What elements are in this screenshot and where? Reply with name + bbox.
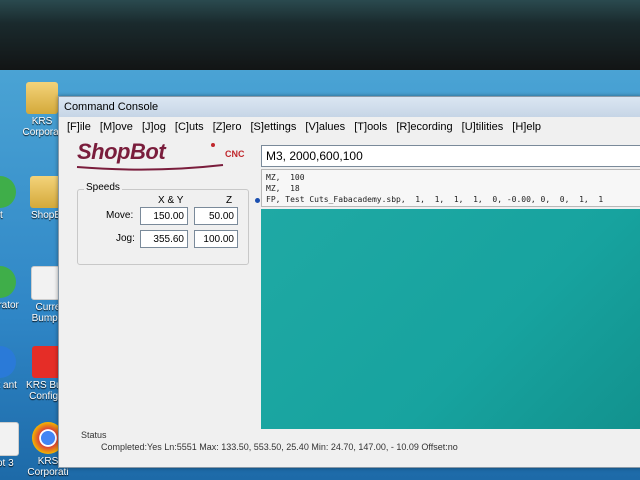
move-label: Move: [106, 210, 134, 221]
command-console-window: Command Console [F]ile [M]ove [J]og [C]u… [58, 96, 640, 468]
menu-tools[interactable]: [T]ools [354, 121, 387, 133]
move-xy-field[interactable] [140, 207, 188, 225]
menu-zero[interactable]: [Z]ero [213, 121, 242, 133]
log-line: MZ, 18 [266, 184, 300, 193]
menu-move[interactable]: [M]ove [100, 121, 133, 133]
menu-help[interactable]: [H]elp [512, 121, 541, 133]
document-icon [0, 422, 19, 456]
logo-suffix: CNC [225, 149, 245, 159]
jog-xy-field[interactable] [140, 230, 188, 248]
menu-utilities[interactable]: [U]tilities [462, 121, 504, 133]
menu-settings[interactable]: [S]ettings [251, 121, 297, 133]
menu-values[interactable]: [V]alues [305, 121, 345, 133]
app-icon [0, 266, 16, 298]
app-icon [0, 176, 16, 208]
log-line: MZ, 100 [266, 173, 305, 182]
shopbot-logo: ShopBot CNC [73, 137, 245, 171]
status-label: Status [81, 430, 107, 440]
log-line: FP, Test Cuts_Fabacademy.sbp, 1, 1, 1, 1… [266, 195, 604, 204]
jog-label: Jog: [116, 233, 135, 244]
menu-jog[interactable]: [J]og [142, 121, 166, 133]
monitor-bezel [0, 0, 640, 78]
current-line-marker [255, 198, 260, 203]
folder-icon [26, 82, 58, 114]
jog-z-field[interactable] [194, 230, 238, 248]
move-z-field[interactable] [194, 207, 238, 225]
speeds-title: Speeds [84, 182, 122, 193]
speeds-panel: Speeds X & Y Z Move: Jog: [77, 182, 249, 265]
speeds-col-xy: X & Y [158, 195, 184, 206]
menu-recording[interactable]: [R]ecording [396, 121, 452, 133]
window-title: Command Console [59, 97, 640, 117]
app-icon [0, 346, 16, 378]
speeds-col-z: Z [226, 195, 233, 206]
status-text: Completed:Yes Ln:5551 Max: 133.50, 553.5… [101, 442, 458, 452]
status-area: Status Completed:Yes Ln:5551 Max: 133.50… [81, 430, 640, 452]
logo-brand: ShopBot [77, 139, 166, 164]
menu-file[interactable]: [F]ile [67, 121, 91, 133]
preview-viewport[interactable] [261, 209, 640, 429]
command-log: MZ, 100 MZ, 18 FP, Test Cuts_Fabacademy.sb… [261, 169, 640, 207]
menu-cuts[interactable]: [C]uts [175, 121, 204, 133]
command-input[interactable] [261, 145, 640, 167]
